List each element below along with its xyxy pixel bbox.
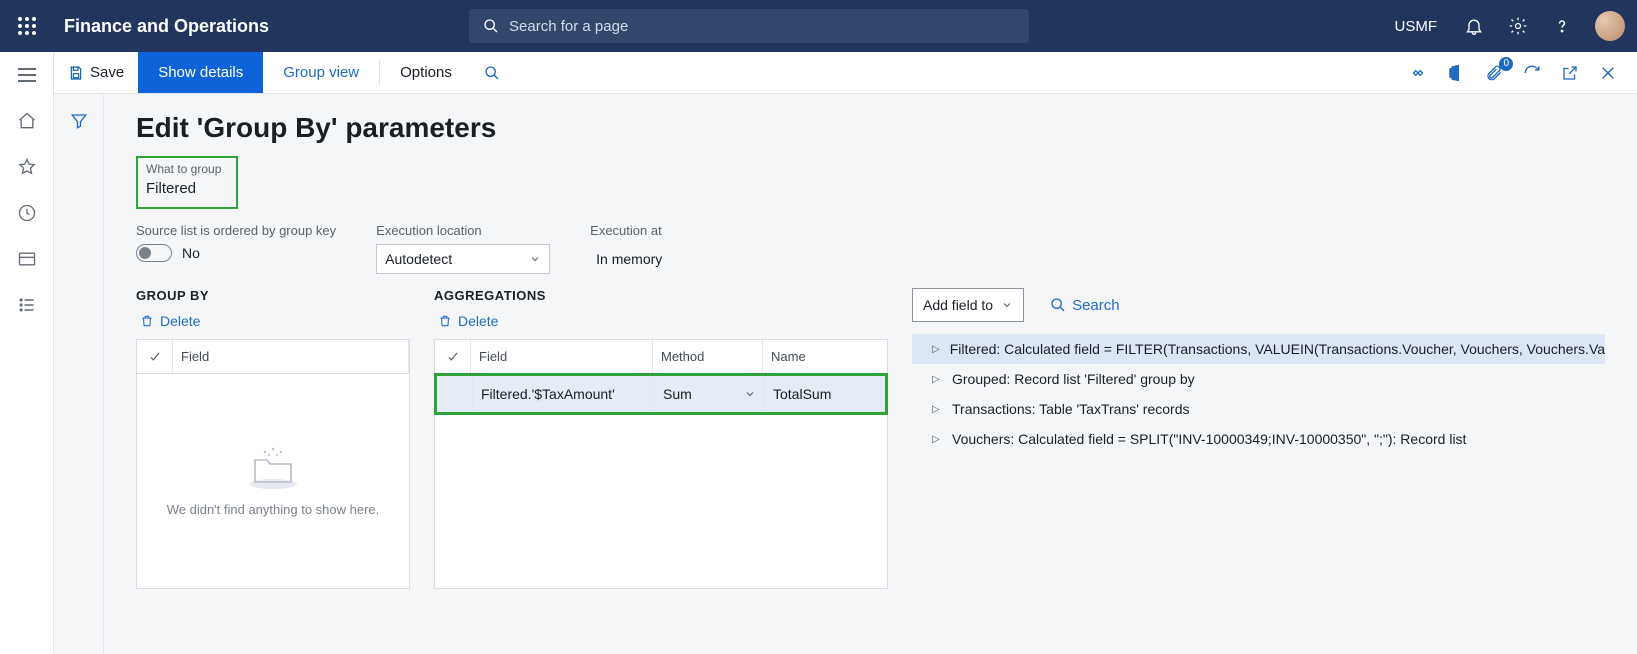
agg-row-field[interactable]: Filtered.'$TaxAmount' — [473, 376, 655, 412]
refresh-icon[interactable] — [1521, 62, 1543, 84]
close-icon[interactable] — [1597, 62, 1619, 84]
groupby-heading: GROUP BY — [136, 288, 410, 303]
groupby-empty-state: We didn't find anything to show here. — [137, 374, 409, 588]
aggregations-heading: AGGREGATIONS — [434, 288, 888, 303]
datasource-tree: ▷Filtered: Calculated field = FILTER(Tra… — [912, 334, 1605, 454]
agg-row[interactable]: Filtered.'$TaxAmount' Sum TotalSum — [437, 376, 885, 412]
triangle-right-icon: ▷ — [932, 374, 942, 385]
groupby-checkbox-header[interactable] — [137, 340, 173, 373]
attachment-count-badge: 0 — [1499, 57, 1513, 71]
search-placeholder: Search for a page — [509, 18, 628, 35]
save-button[interactable]: Save — [54, 52, 138, 93]
what-to-group-value: Filtered — [146, 178, 228, 199]
triangle-right-icon: ▷ — [932, 344, 940, 355]
agg-field-header[interactable]: Field — [471, 340, 653, 373]
bell-icon[interactable] — [1463, 15, 1485, 37]
triangle-right-icon: ▷ — [932, 434, 942, 445]
agg-row-name[interactable]: TotalSum — [765, 376, 885, 412]
agg-row-method[interactable]: Sum — [655, 376, 765, 412]
home-icon[interactable] — [16, 110, 38, 132]
app-title: Finance and Operations — [64, 16, 269, 37]
top-navbar: Finance and Operations Search for a page… — [0, 0, 1637, 52]
hamburger-icon[interactable] — [16, 64, 38, 86]
exec-location-select[interactable]: Autodetect — [376, 244, 550, 274]
agg-row-checkbox[interactable] — [437, 376, 473, 412]
datasource-panel: Add field to Search ▷Filtered: Calculate… — [912, 288, 1605, 454]
save-label: Save — [90, 64, 124, 81]
ordered-toggle[interactable] — [136, 244, 172, 262]
groupby-panel: GROUP BY Delete Field — [136, 288, 410, 589]
chevron-down-icon — [1001, 299, 1013, 311]
funnel-icon[interactable] — [70, 112, 88, 654]
exec-location-label: Execution location — [376, 223, 550, 238]
ordered-label: Source list is ordered by group key — [136, 223, 336, 238]
actionbar-search-icon[interactable] — [472, 52, 512, 93]
search-icon — [1050, 297, 1066, 313]
tab-group-view[interactable]: Group view — [263, 52, 379, 93]
company-code[interactable]: USMF — [1395, 18, 1438, 35]
waffle-icon[interactable] — [8, 7, 46, 45]
what-to-group-label: What to group — [146, 162, 228, 176]
office-icon[interactable] — [1445, 62, 1467, 84]
clock-icon[interactable] — [16, 202, 38, 224]
main-content: Edit 'Group By' parameters What to group… — [54, 94, 1637, 654]
groupby-field-header[interactable]: Field — [173, 340, 409, 373]
left-rail — [0, 52, 54, 654]
groupby-grid: Field We didn't find anything to show he… — [136, 339, 410, 589]
tree-item[interactable]: ▷Transactions: Table 'TaxTrans' records — [912, 394, 1605, 424]
what-to-group-field[interactable]: What to group Filtered — [136, 156, 238, 209]
exec-at-value: In memory — [590, 244, 764, 274]
user-avatar[interactable] — [1595, 11, 1625, 41]
tab-show-details[interactable]: Show details — [138, 52, 263, 93]
star-icon[interactable] — [16, 156, 38, 178]
gear-icon[interactable] — [1507, 15, 1529, 37]
tree-item[interactable]: ▷Grouped: Record list 'Filtered' group b… — [912, 364, 1605, 394]
options-button[interactable]: Options — [380, 52, 472, 93]
action-pane: Save Show details Group view Options 0 — [0, 52, 1637, 94]
chevron-down-icon — [529, 253, 541, 265]
page-title: Edit 'Group By' parameters — [136, 112, 1605, 144]
list-icon[interactable] — [16, 294, 38, 316]
aggregations-panel: AGGREGATIONS Delete Field Method Name — [434, 288, 888, 589]
aggregations-grid: Field Method Name Filtered.'$TaxAmount' … — [434, 339, 888, 589]
exec-at-label: Execution at — [590, 223, 764, 238]
tree-item[interactable]: ▷Vouchers: Calculated field = SPLIT("INV… — [912, 424, 1605, 454]
attachments-icon[interactable]: 0 — [1483, 62, 1505, 84]
datasource-search-link[interactable]: Search — [1050, 297, 1120, 314]
add-field-to-button[interactable]: Add field to — [912, 288, 1024, 322]
triangle-right-icon: ▷ — [932, 404, 942, 415]
global-search[interactable]: Search for a page — [469, 9, 1029, 43]
groupby-delete-button[interactable]: Delete — [140, 313, 200, 329]
popout-icon[interactable] — [1559, 62, 1581, 84]
agg-name-header[interactable]: Name — [763, 340, 887, 373]
empty-folder-icon — [245, 446, 301, 490]
help-icon[interactable] — [1551, 15, 1573, 37]
agg-method-header[interactable]: Method — [653, 340, 763, 373]
empty-message: We didn't find anything to show here. — [167, 502, 380, 517]
chevron-down-icon — [744, 388, 756, 400]
tree-item[interactable]: ▷Filtered: Calculated field = FILTER(Tra… — [912, 334, 1605, 364]
module-icon[interactable] — [16, 248, 38, 270]
aggregations-delete-button[interactable]: Delete — [438, 313, 498, 329]
ordered-value: No — [182, 245, 200, 261]
filter-rail — [54, 94, 104, 654]
diamond-icon[interactable] — [1407, 62, 1429, 84]
agg-checkbox-header[interactable] — [435, 340, 471, 373]
